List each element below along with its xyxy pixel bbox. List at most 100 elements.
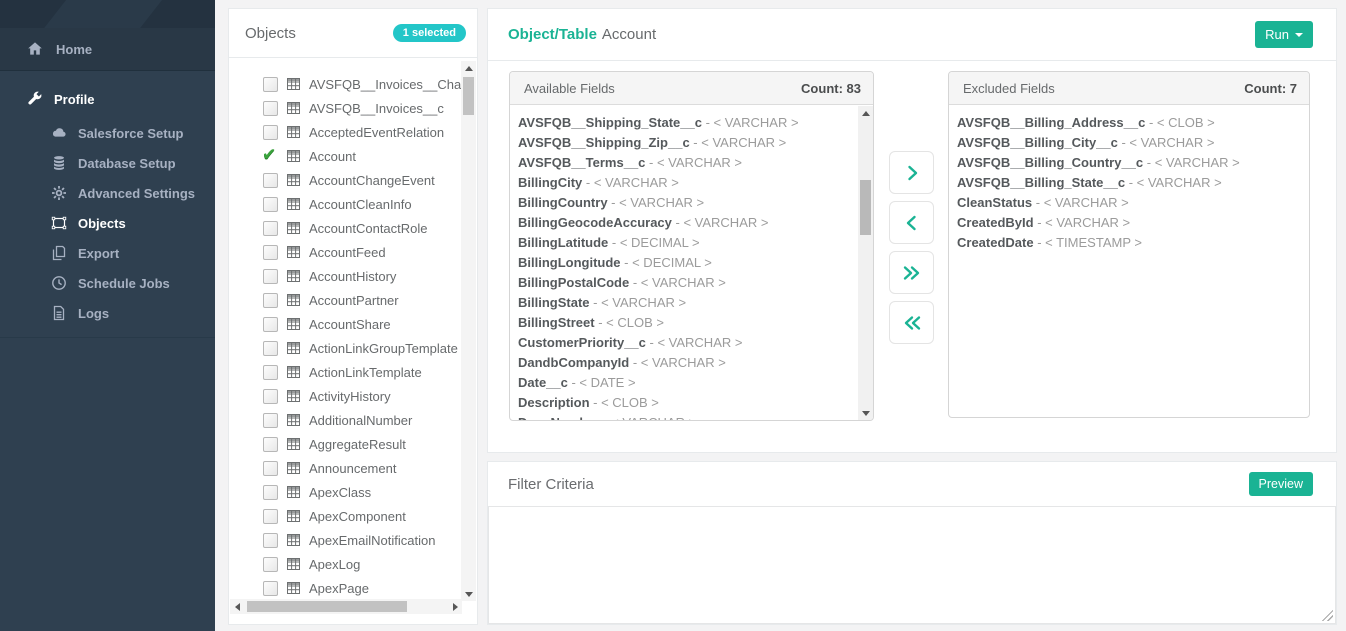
checkbox[interactable] <box>263 413 278 428</box>
checkbox[interactable] <box>263 317 278 332</box>
object-list-item[interactable]: AccountChangeEvent <box>229 168 462 192</box>
object-list-item[interactable]: AccountFeed <box>229 240 462 264</box>
checkbox[interactable] <box>263 245 278 260</box>
checkbox[interactable] <box>263 269 278 284</box>
objects-vertical-scrollbar[interactable] <box>461 61 476 601</box>
field-item[interactable]: AVSFQB__Billing_City__c - < VARCHAR > <box>957 133 1309 153</box>
object-list-item[interactable]: ActivityHistory <box>229 384 462 408</box>
sidebar-item-export[interactable]: Export <box>0 238 215 268</box>
object-list-item[interactable]: ApexLog <box>229 552 462 576</box>
object-list-item[interactable]: AVSFQB__Invoices__c <box>229 96 462 120</box>
scroll-left-icon[interactable] <box>230 599 244 614</box>
filter-criteria-input[interactable] <box>488 506 1336 624</box>
field-type: - < VARCHAR > <box>629 355 726 370</box>
checkbox[interactable] <box>263 101 278 116</box>
field-item[interactable]: AVSFQB__Billing_State__c - < VARCHAR > <box>957 173 1309 193</box>
checkbox[interactable] <box>263 581 278 596</box>
field-item[interactable]: AVSFQB__Terms__c - < VARCHAR > <box>518 153 858 173</box>
field-item[interactable]: BillingLongitude - < DECIMAL > <box>518 253 858 273</box>
field-item[interactable]: BillingState - < VARCHAR > <box>518 293 858 313</box>
field-item[interactable]: AVSFQB__Billing_Address__c - < CLOB > <box>957 113 1309 133</box>
sidebar-item-salesforce-setup[interactable]: Salesforce Setup <box>0 118 215 148</box>
scroll-up-icon[interactable] <box>858 106 873 120</box>
checkbox[interactable] <box>263 341 278 356</box>
checkbox[interactable] <box>263 485 278 500</box>
field-item[interactable]: AVSFQB__Shipping_State__c - < VARCHAR > <box>518 113 858 133</box>
checkbox[interactable] <box>263 173 278 188</box>
sidebar-item-objects[interactable]: Objects <box>0 208 215 238</box>
move-right-button[interactable] <box>889 151 934 194</box>
checkbox[interactable] <box>263 533 278 548</box>
scrollbar-thumb[interactable] <box>463 77 474 115</box>
preview-button[interactable]: Preview <box>1249 472 1313 496</box>
field-item[interactable]: CreatedDate - < TIMESTAMP > <box>957 233 1309 253</box>
scroll-right-icon[interactable] <box>448 599 462 614</box>
move-all-right-button[interactable] <box>889 251 934 294</box>
field-item[interactable]: DandbCompanyId - < VARCHAR > <box>518 353 858 373</box>
object-list-item[interactable]: Account <box>229 144 462 168</box>
field-item[interactable]: DunsNumber - < VARCHAR > <box>518 413 858 420</box>
field-item[interactable]: BillingPostalCode - < VARCHAR > <box>518 273 858 293</box>
scrollbar-thumb[interactable] <box>247 601 407 612</box>
field-type: - < DECIMAL > <box>608 235 699 250</box>
checkbox[interactable] <box>263 437 278 452</box>
field-item[interactable]: CleanStatus - < VARCHAR > <box>957 193 1309 213</box>
move-left-button[interactable] <box>889 201 934 244</box>
sidebar-item-home[interactable]: Home <box>0 28 215 71</box>
field-item[interactable]: AVSFQB__Billing_Country__c - < VARCHAR > <box>957 153 1309 173</box>
object-list-item[interactable]: AggregateResult <box>229 432 462 456</box>
available-fields-scrollbar[interactable] <box>858 106 873 420</box>
object-list-item[interactable]: AVSFQB__Invoices__Chang <box>229 72 462 96</box>
sidebar-item-schedule-jobs[interactable]: Schedule Jobs <box>0 268 215 298</box>
field-item[interactable]: BillingCity - < VARCHAR > <box>518 173 858 193</box>
sidebar-item-logs[interactable]: Logs <box>0 298 215 328</box>
field-item[interactable]: CreatedById - < VARCHAR > <box>957 213 1309 233</box>
checkbox-checked[interactable] <box>263 149 278 164</box>
scrollbar-thumb[interactable] <box>860 180 871 235</box>
move-all-left-button[interactable] <box>889 301 934 344</box>
scroll-down-icon[interactable] <box>858 406 873 420</box>
object-list-item[interactable]: ApexComponent <box>229 504 462 528</box>
scroll-up-icon[interactable] <box>461 61 476 75</box>
field-item[interactable]: BillingCountry - < VARCHAR > <box>518 193 858 213</box>
checkbox[interactable] <box>263 293 278 308</box>
checkbox[interactable] <box>263 557 278 572</box>
field-name: AVSFQB__Shipping_Zip__c <box>518 135 690 150</box>
field-item[interactable]: Description - < CLOB > <box>518 393 858 413</box>
objects-horizontal-scrollbar[interactable] <box>230 599 462 614</box>
object-list-item[interactable]: AccountShare <box>229 312 462 336</box>
checkbox[interactable] <box>263 389 278 404</box>
field-item[interactable]: BillingGeocodeAccuracy - < VARCHAR > <box>518 213 858 233</box>
object-list-item[interactable]: AccountHistory <box>229 264 462 288</box>
field-name: BillingLongitude <box>518 255 621 270</box>
field-item[interactable]: BillingStreet - < CLOB > <box>518 313 858 333</box>
object-list-item[interactable]: Announcement <box>229 456 462 480</box>
sidebar-item-advanced-settings[interactable]: Advanced Settings <box>0 178 215 208</box>
field-item[interactable]: Date__c - < DATE > <box>518 373 858 393</box>
checkbox[interactable] <box>263 125 278 140</box>
object-list-item[interactable]: AccountPartner <box>229 288 462 312</box>
checkbox[interactable] <box>263 509 278 524</box>
object-list-item[interactable]: ActionLinkGroupTemplate <box>229 336 462 360</box>
checkbox[interactable] <box>263 221 278 236</box>
object-list-item[interactable]: AccountCleanInfo <box>229 192 462 216</box>
checkbox[interactable] <box>263 461 278 476</box>
object-list-item[interactable]: AcceptedEventRelation <box>229 120 462 144</box>
object-list-item[interactable]: ActionLinkTemplate <box>229 360 462 384</box>
run-button[interactable]: Run <box>1255 21 1313 48</box>
checkbox[interactable] <box>263 197 278 212</box>
object-list-item[interactable]: ApexPage <box>229 576 462 600</box>
object-table-panel: Object/TableAccount Run Available Fields… <box>487 8 1337 453</box>
field-item[interactable]: CustomerPriority__c - < VARCHAR > <box>518 333 858 353</box>
field-item[interactable]: BillingLatitude - < DECIMAL > <box>518 233 858 253</box>
scroll-down-icon[interactable] <box>461 587 476 601</box>
sidebar-item-database-setup[interactable]: Database Setup <box>0 148 215 178</box>
checkbox[interactable] <box>263 77 278 92</box>
field-item[interactable]: AVSFQB__Shipping_Zip__c - < VARCHAR > <box>518 133 858 153</box>
sidebar-item-profile[interactable]: Profile <box>0 84 215 114</box>
object-list-item[interactable]: ApexEmailNotification <box>229 528 462 552</box>
object-list-item[interactable]: ApexClass <box>229 480 462 504</box>
checkbox[interactable] <box>263 365 278 380</box>
object-list-item[interactable]: AccountContactRole <box>229 216 462 240</box>
object-list-item[interactable]: AdditionalNumber <box>229 408 462 432</box>
